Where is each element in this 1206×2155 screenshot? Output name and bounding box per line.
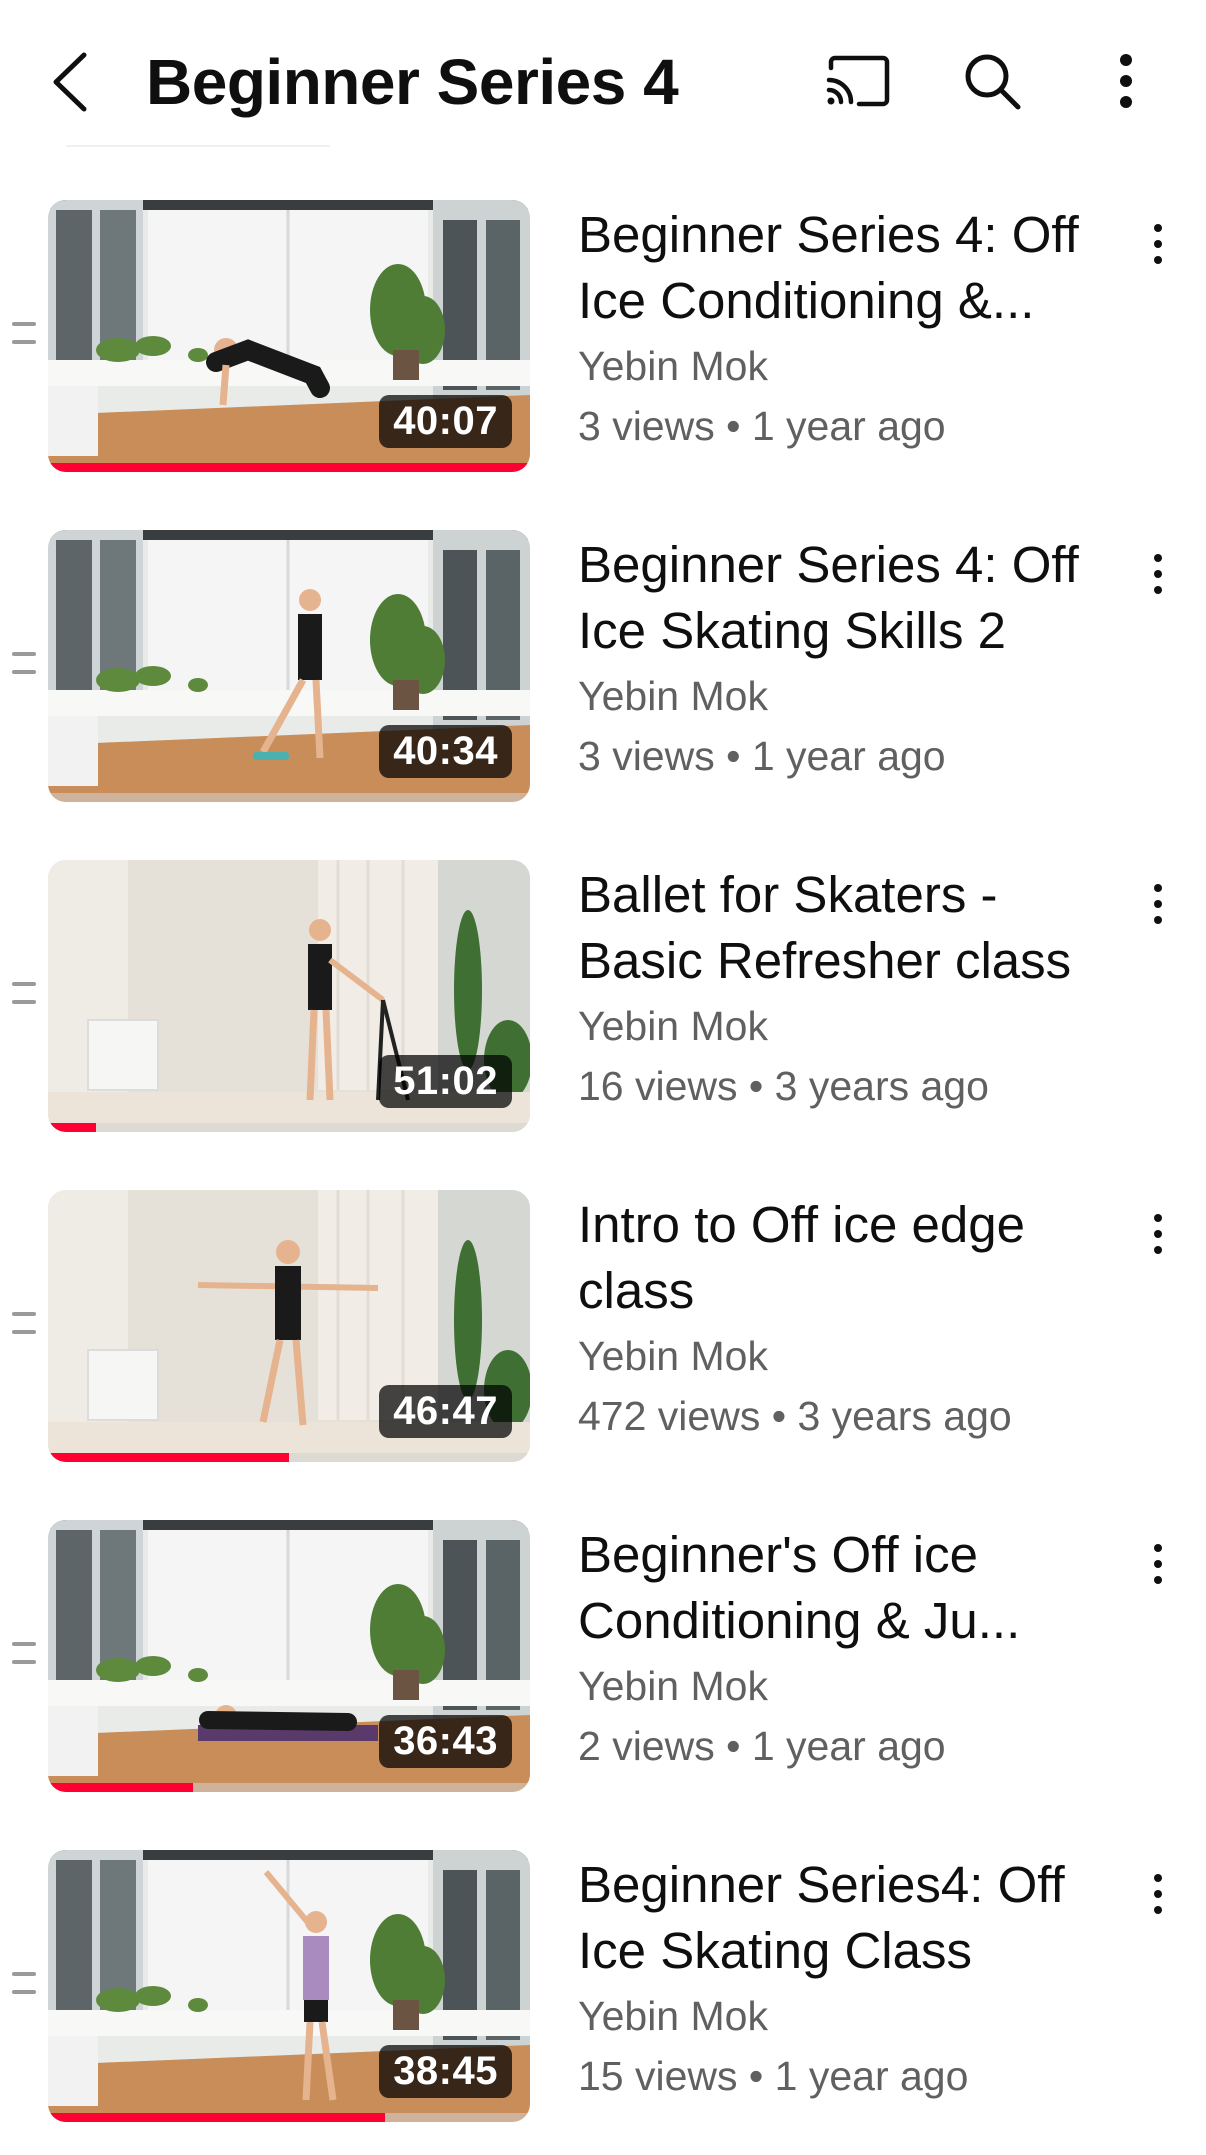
video-thumbnail[interactable]: 38:45 [48, 1850, 530, 2122]
watch-progress-track [48, 1123, 530, 1132]
channel-name: Yebin Mok [578, 343, 768, 389]
video-info[interactable]: Ballet for Skaters - Basic Refresher cla… [578, 860, 1118, 1114]
duration-badge: 36:43 [379, 1715, 512, 1768]
page-title: Beginner Series 4 [146, 46, 679, 118]
video-meta: 16 views • 3 years ago [578, 1063, 989, 1109]
watch-progress-track [48, 2113, 530, 2122]
video-info[interactable]: Beginner Series 4: Off Ice Conditioning … [578, 200, 1118, 454]
video-thumbnail[interactable]: 36:43 [48, 1520, 530, 1792]
channel-name: Yebin Mok [578, 1333, 768, 1379]
video-thumbnail[interactable]: 51:02 [48, 860, 530, 1132]
duration-badge: 38:45 [379, 2045, 512, 2098]
drag-handle-icon[interactable] [12, 1642, 36, 1664]
channel-name: Yebin Mok [578, 1663, 768, 1709]
video-meta: 472 views • 3 years ago [578, 1393, 1012, 1439]
back-button[interactable] [40, 42, 100, 122]
watch-progress-track [48, 463, 530, 472]
drag-handle-icon[interactable] [12, 322, 36, 344]
drag-handle-icon[interactable] [12, 1312, 36, 1334]
video-title[interactable]: Beginner's Off ice Conditioning & Ju... [578, 1522, 1118, 1654]
more-vert-icon[interactable] [1138, 1206, 1178, 1262]
video-info[interactable]: Beginner Series 4: Off Ice Skating Skill… [578, 530, 1118, 784]
playlist-item[interactable]: 36:43 Beginner's Off ice Conditioning & … [0, 1520, 1206, 1792]
more-options-button[interactable] [1086, 45, 1166, 117]
watch-progress-track [48, 793, 530, 802]
duration-badge: 51:02 [379, 1055, 512, 1108]
video-title[interactable]: Ballet for Skaters - Basic Refresher cla… [578, 862, 1118, 994]
watch-progress-bar [48, 1783, 193, 1792]
channel-name: Yebin Mok [578, 1993, 768, 2039]
drag-handle-icon[interactable] [12, 982, 36, 1004]
playlist-item[interactable]: 40:07 Beginner Series 4: Off Ice Conditi… [0, 200, 1206, 472]
more-vert-icon[interactable] [1138, 216, 1178, 272]
drag-handle-icon[interactable] [12, 652, 36, 674]
video-meta: 15 views • 1 year ago [578, 2053, 969, 2099]
video-thumbnail[interactable]: 40:34 [48, 530, 530, 802]
drag-handle-icon[interactable] [12, 1972, 36, 1994]
watch-progress-bar [48, 2113, 386, 2122]
back-icon [53, 52, 87, 112]
video-meta: 3 views • 1 year ago [578, 403, 946, 449]
watch-progress-bar [48, 1123, 97, 1132]
playlist-item[interactable]: 40:34 Beginner Series 4: Off Ice Skating… [0, 530, 1206, 802]
watch-progress-track [48, 1783, 530, 1792]
more-vert-icon[interactable] [1138, 876, 1178, 932]
cast-button[interactable] [818, 45, 898, 117]
duration-badge: 40:34 [379, 725, 512, 778]
more-vert-icon[interactable] [1138, 1866, 1178, 1922]
watch-progress-track [48, 1453, 530, 1462]
cast-icon [826, 55, 890, 107]
more-vert-icon [1120, 54, 1132, 108]
search-icon [965, 54, 1021, 110]
video-title[interactable]: Beginner Series 4: Off Ice Skating Skill… [578, 532, 1118, 664]
channel-name: Yebin Mok [578, 673, 768, 719]
playlist-item[interactable]: 51:02 Ballet for Skaters - Basic Refresh… [0, 860, 1206, 1132]
playlist-item[interactable]: 46:47 Intro to Off ice edge class Yebin … [0, 1190, 1206, 1462]
more-vert-icon[interactable] [1138, 1536, 1178, 1592]
video-meta: 3 views • 1 year ago [578, 733, 946, 779]
video-info[interactable]: Beginner's Off ice Conditioning & Ju... … [578, 1520, 1118, 1774]
app-header: Beginner Series 4 [0, 0, 1206, 150]
video-meta: 2 views • 1 year ago [578, 1723, 946, 1769]
video-thumbnail[interactable]: 46:47 [48, 1190, 530, 1462]
duration-badge: 46:47 [379, 1385, 512, 1438]
video-title[interactable]: Beginner Series 4: Off Ice Conditioning … [578, 202, 1118, 334]
channel-name: Yebin Mok [578, 1003, 768, 1049]
more-vert-icon[interactable] [1138, 546, 1178, 602]
video-thumbnail[interactable]: 40:07 [48, 200, 530, 472]
header-divider [66, 145, 330, 147]
video-title[interactable]: Beginner Series4: Off Ice Skating Class [578, 1852, 1118, 1984]
video-info[interactable]: Beginner Series4: Off Ice Skating Class … [578, 1850, 1118, 2104]
watch-progress-bar [48, 463, 530, 472]
watch-progress-bar [48, 1453, 289, 1462]
duration-badge: 40:07 [379, 395, 512, 448]
search-button[interactable] [952, 45, 1032, 117]
playlist-item[interactable]: 38:45 Beginner Series4: Off Ice Skating … [0, 1850, 1206, 2122]
video-info[interactable]: Intro to Off ice edge class Yebin Mok 47… [578, 1190, 1118, 1444]
video-title[interactable]: Intro to Off ice edge class [578, 1192, 1118, 1324]
